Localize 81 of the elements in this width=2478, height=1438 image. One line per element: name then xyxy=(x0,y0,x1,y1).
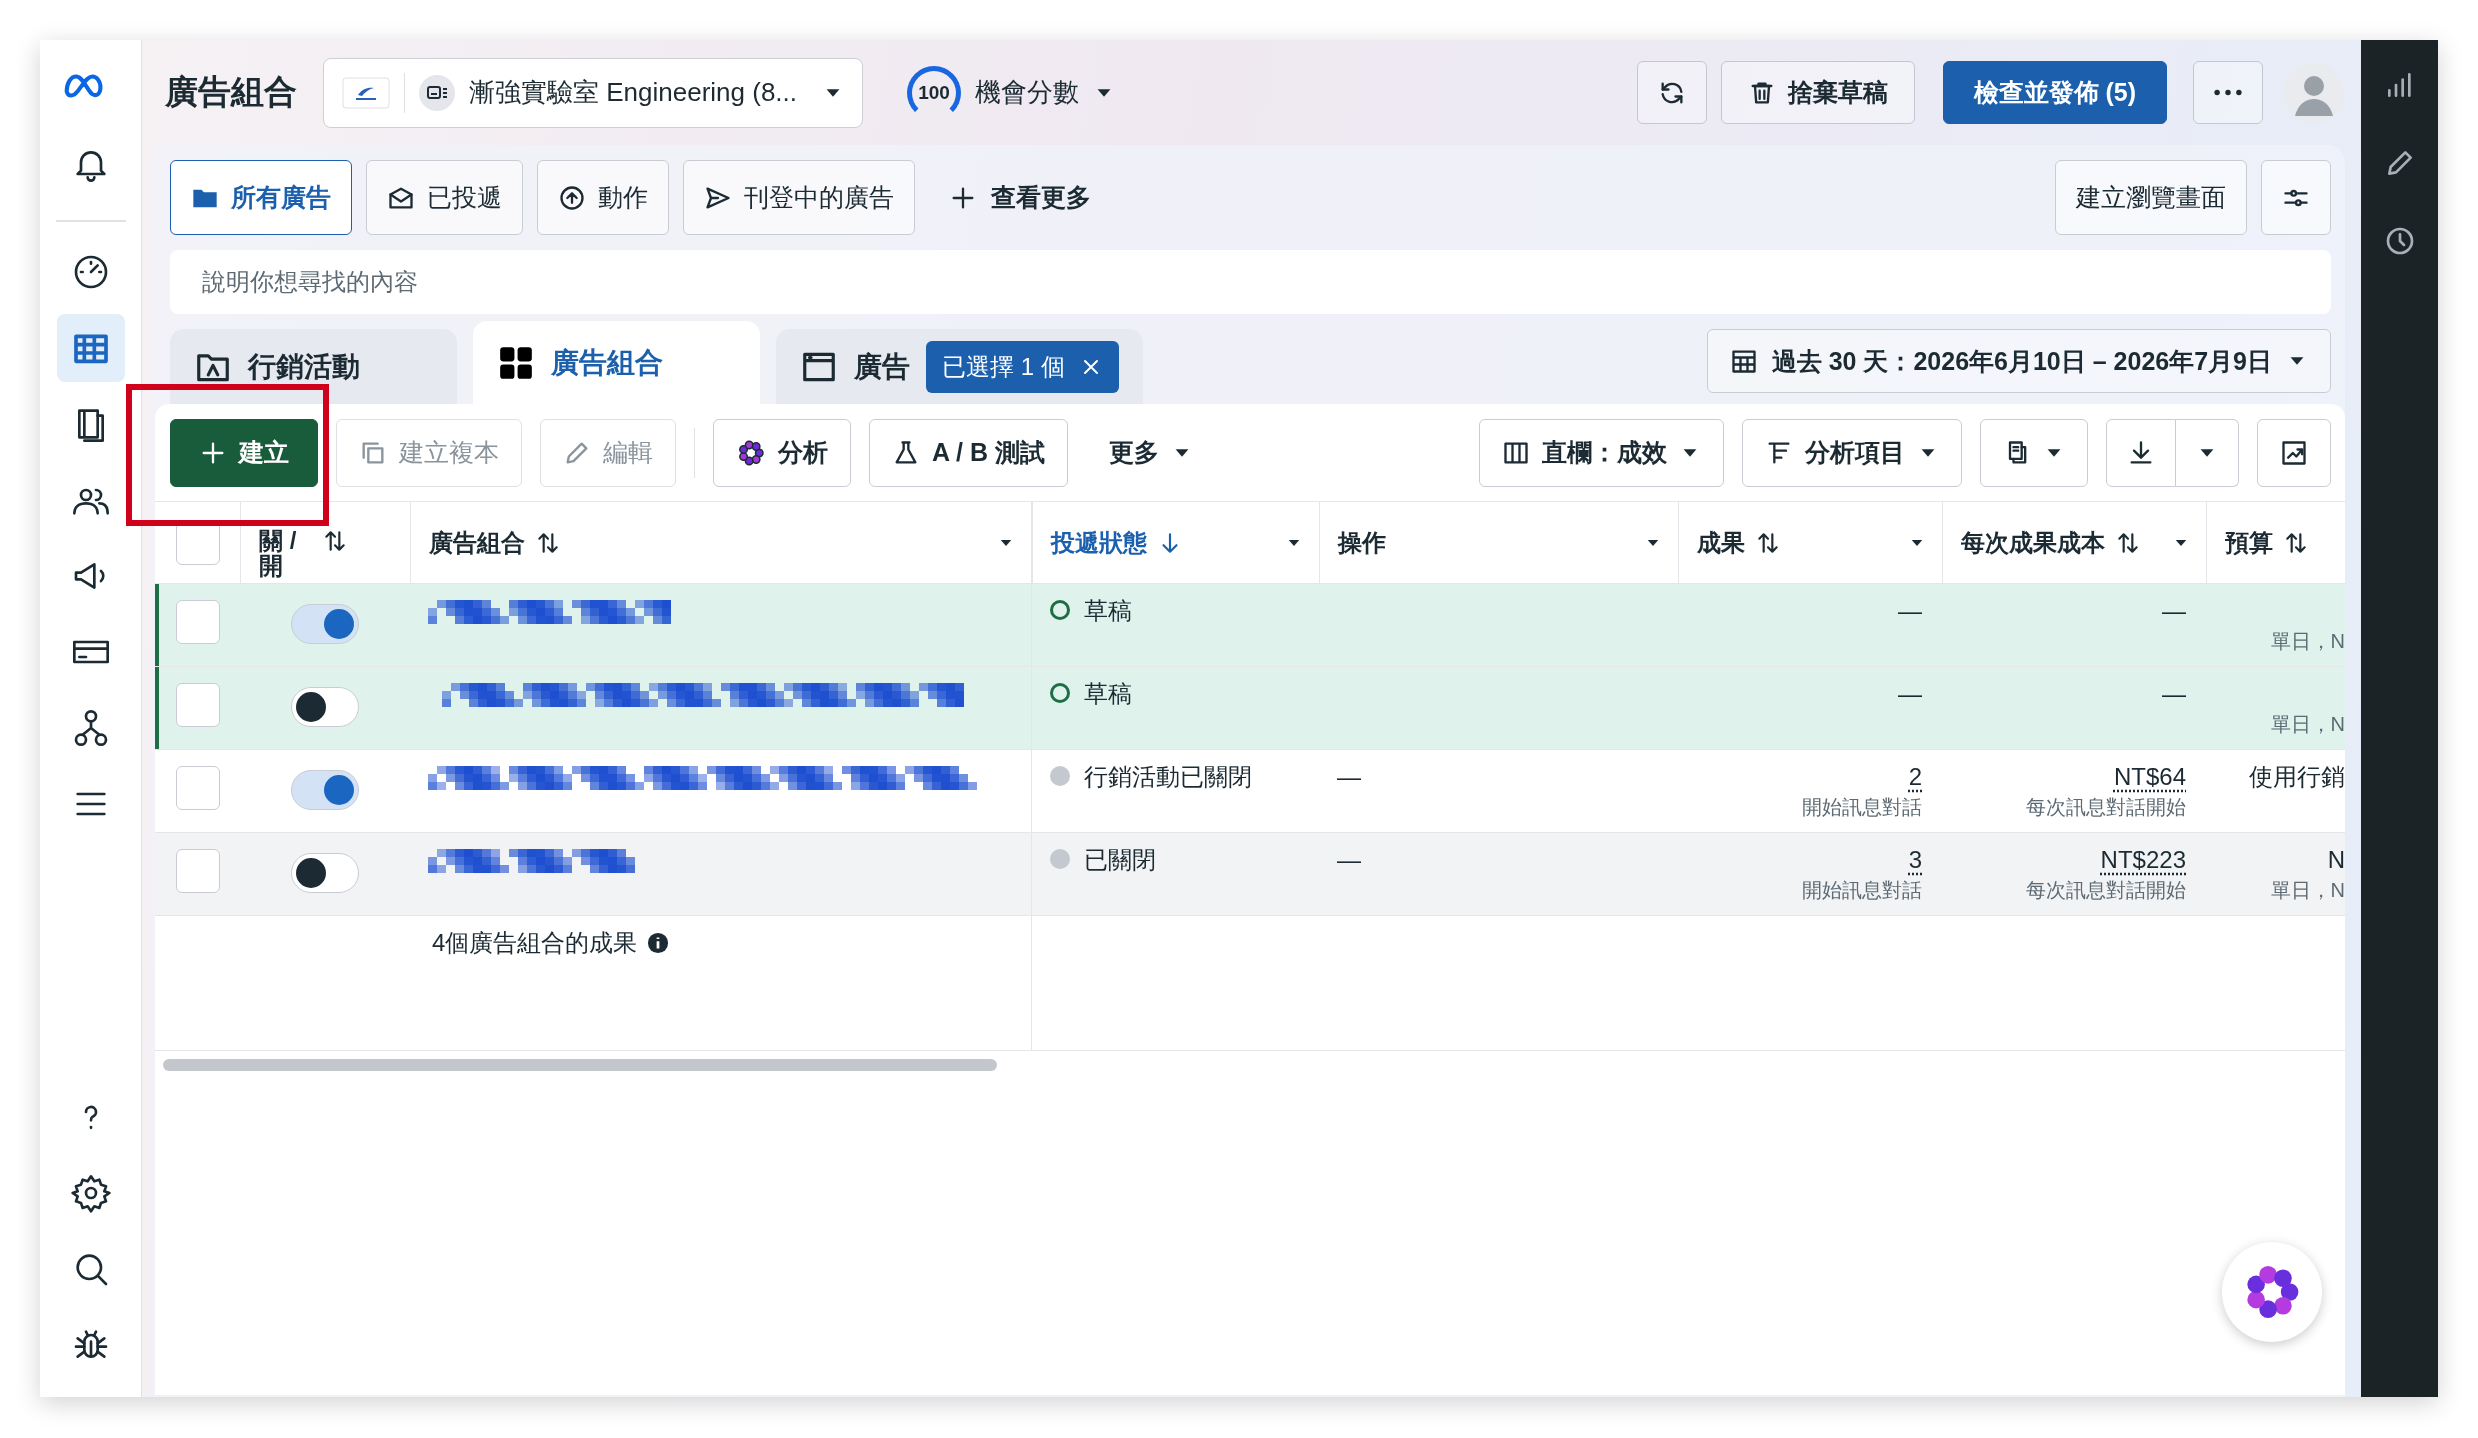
tab-label: 廣告 xyxy=(854,349,910,384)
tab-label: 廣告組合 xyxy=(551,345,663,380)
cost-value: NT$223 xyxy=(2100,845,2186,875)
status-text: 已關閉 xyxy=(1084,845,1156,875)
chart-button[interactable] xyxy=(2257,418,2331,487)
result-value: 3 xyxy=(1908,845,1922,875)
create-view-button[interactable]: 建立瀏覽畫面 xyxy=(2055,160,2247,235)
tab-label: 行銷活動 xyxy=(248,349,360,384)
download-button[interactable] xyxy=(2106,418,2176,487)
level-tab[interactable]: 行銷活動 xyxy=(170,329,457,404)
create-button[interactable]: 建立 xyxy=(170,418,318,487)
cost-value: — xyxy=(2162,596,2186,626)
toolbar-button[interactable]: 分析 xyxy=(713,418,851,487)
status-text: 草稿 xyxy=(1084,679,1132,709)
filter-tab[interactable]: 已投遞 xyxy=(366,160,523,235)
table-cell-text: — xyxy=(1337,845,1362,875)
highlighted-row[interactable]: 草稿 — — 單日，N xyxy=(155,667,2345,750)
dropdown-button[interactable]: 直欄：成效 xyxy=(1479,418,1724,487)
toggle-switch[interactable] xyxy=(291,687,359,727)
status-text: 草稿 xyxy=(1084,596,1132,626)
info-icon[interactable] xyxy=(647,932,670,954)
filter-tab[interactable]: 刊登中的廣告 xyxy=(683,160,915,235)
result-value: 2 xyxy=(1908,762,1922,792)
result-value: — xyxy=(1898,679,1922,709)
page-title: 廣告組合 xyxy=(165,72,297,112)
column-header[interactable]: 廣告組合 xyxy=(429,526,525,559)
cost-note: 每次訊息對話開始 xyxy=(2026,795,2186,820)
checkbox[interactable] xyxy=(175,766,220,810)
cost-value: NT$64 xyxy=(2113,762,2186,792)
selection-chip[interactable]: 已選擇 1 個 xyxy=(926,340,1119,393)
column-header[interactable]: 投遞狀態 xyxy=(1051,526,1147,559)
dropdown-button[interactable]: 分析項目 xyxy=(1742,418,1962,487)
result-note: 開始訊息對話 xyxy=(1802,795,1922,820)
account-selector[interactable]: 漸強實驗室 Engineering (8... xyxy=(323,57,863,128)
id-card-icon xyxy=(419,74,455,111)
filter-tab[interactable]: 所有廣告 xyxy=(170,160,352,235)
budget-note: 單日，N xyxy=(2270,712,2345,737)
cost-note: 每次訊息對話開始 xyxy=(2026,878,2186,903)
toggle-switch[interactable] xyxy=(291,604,359,644)
level-tab[interactable]: 廣告 已選擇 1 個 xyxy=(776,329,1143,404)
scrollbar[interactable] xyxy=(163,1059,997,1071)
level-tab[interactable]: 廣告組合 xyxy=(473,321,760,404)
column-header[interactable]: 關 / 開 xyxy=(259,528,312,579)
column-header[interactable]: 成果 xyxy=(1697,526,1745,559)
column-header[interactable]: 操作 xyxy=(1338,526,1386,559)
table-row[interactable]: 已關閉 — 3 開始訊息對話 NT$223 每次訊息對話開始 N 單日，N xyxy=(155,833,2345,916)
see-more-button[interactable]: 查看更多 xyxy=(929,160,1111,235)
date-range-picker[interactable]: 過去 30 天：2026年6月10日 – 2026年7月9日 xyxy=(1706,329,2331,393)
table-icon[interactable] xyxy=(56,314,125,382)
budget-value: N xyxy=(2327,845,2345,875)
more-icon xyxy=(2214,89,2242,96)
checkbox[interactable] xyxy=(175,683,220,727)
more-menu[interactable]: 更多 xyxy=(1085,418,1216,487)
cost-value: — xyxy=(2162,679,2186,709)
discard-drafts-button[interactable]: 捨棄草稿 xyxy=(1720,61,1915,124)
settings-button[interactable] xyxy=(2261,160,2331,235)
refresh-button[interactable] xyxy=(1636,61,1707,124)
toolbar-button[interactable]: A / B 測試 xyxy=(869,418,1068,487)
filter-tab[interactable]: 動作 xyxy=(537,160,669,235)
budget-value: 使用行銷 xyxy=(2249,762,2345,792)
budget-note: 單日，N xyxy=(2270,629,2345,654)
budget-note: 單日，N xyxy=(2270,878,2345,903)
column-header[interactable]: 每次成果成本 xyxy=(1961,526,2105,559)
search-field[interactable]: 說明你想尋找的內容 xyxy=(170,250,2331,314)
highlighted-row[interactable]: 草稿 — — 單日，N xyxy=(155,584,2345,667)
line-chart-icon xyxy=(2280,438,2308,467)
table-cell-text: — xyxy=(1337,762,1362,792)
summary-text: 4個廣告組合的成果 xyxy=(432,928,638,958)
toggle-switch[interactable] xyxy=(291,770,359,810)
column-header[interactable]: 預算 xyxy=(2225,526,2273,559)
result-value: — xyxy=(1898,596,1922,626)
toggle-switch[interactable] xyxy=(291,853,359,893)
result-note: 開始訊息對話 xyxy=(1802,878,1922,903)
logo-icon xyxy=(342,76,390,109)
upload-icon xyxy=(558,183,586,212)
opportunity-score[interactable]: 100 機會分數 xyxy=(907,65,1115,120)
publish-button[interactable]: 檢查並發佈 (5) xyxy=(1942,61,2167,124)
checkbox[interactable] xyxy=(175,600,220,644)
checkbox[interactable] xyxy=(175,849,220,893)
status-text: 行銷活動已關閉 xyxy=(1084,762,1252,792)
reports-button[interactable] xyxy=(1980,418,2088,487)
